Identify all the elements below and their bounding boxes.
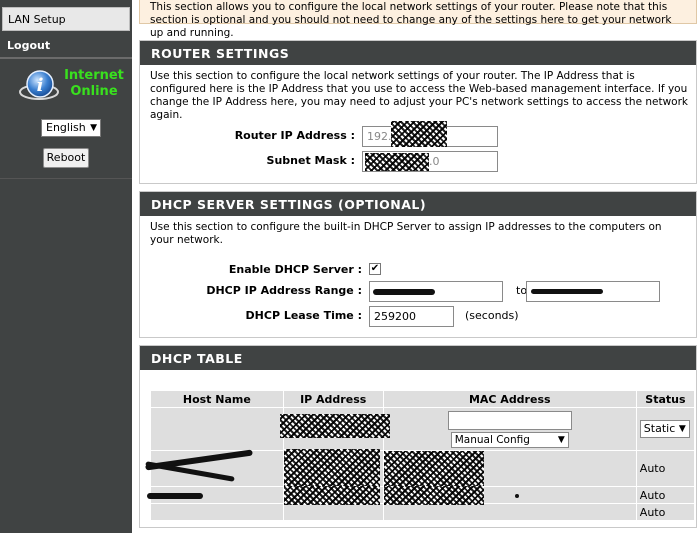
dropdown-arrow-icon: ▼ (90, 123, 97, 133)
redaction-mark (283, 449, 380, 487)
ip-address-cell (282, 503, 384, 521)
info-globe-icon: i (19, 70, 59, 100)
dhcp-server-panel: DHCP SERVER SETTINGS (OPTIONAL) Use this… (139, 191, 697, 338)
col-mac-address: MAC Address (382, 390, 637, 408)
ip-address-cell (282, 486, 384, 505)
mac-address-cell: Manual Config ▼ (382, 407, 637, 451)
mac-address-cell (382, 486, 637, 505)
router-settings-panel: ROUTER SETTINGS Use this section to conf… (139, 40, 697, 184)
status-cell: Auto (635, 450, 696, 487)
ip-address-cell (282, 449, 384, 487)
router-ip-input[interactable]: 192. (362, 121, 498, 147)
status-line-2: Online (70, 84, 118, 99)
host-name-cell (145, 449, 284, 487)
redaction-mark (383, 486, 484, 505)
sidebar-bottom-divider (0, 178, 132, 179)
ip-address-cell (279, 407, 390, 451)
router-settings-header: ROUTER SETTINGS (140, 41, 696, 65)
lease-time-unit: (seconds) (465, 309, 519, 322)
svg-text:i: i (37, 75, 44, 96)
intro-panel: This section allows you to configure the… (139, 0, 697, 39)
lease-time-input[interactable]: 259200 (369, 306, 454, 327)
mac-config-select[interactable]: Manual Config ▼ (450, 432, 569, 448)
dhcp-table-header: DHCP TABLE (140, 346, 696, 370)
table-row: Auto (147, 486, 696, 505)
intro-text: This section allows you to configure the… (150, 1, 672, 39)
redaction-mark (531, 289, 603, 294)
host-name-cell (150, 407, 284, 451)
redaction-mark (279, 414, 390, 438)
status-select-value: Static (643, 422, 676, 435)
redaction-mark (373, 289, 435, 295)
host-name-cell (150, 503, 284, 521)
subnet-mask-value: .0 (429, 155, 440, 168)
language-select[interactable]: English ▼ (41, 119, 101, 137)
status-cell: Static ▼ (635, 407, 696, 451)
status-select[interactable]: Static ▼ (639, 420, 690, 438)
reboot-button[interactable]: Reboot (43, 148, 89, 168)
redaction-mark (391, 121, 447, 147)
dhcp-client-table: Host Name IP Address MAC Address Status … (145, 390, 696, 521)
status-cell: Auto (635, 503, 696, 521)
router-settings-description: Use this section to configure the local … (150, 70, 689, 121)
subnet-mask-label: Subnet Mask : (266, 154, 355, 167)
router-ip-value: 192. (367, 130, 392, 143)
status-line-1: Internet (64, 68, 124, 83)
dhcp-range-label: DHCP IP Address Range : (206, 284, 362, 297)
main-content: This section allows you to configure the… (132, 0, 700, 533)
enable-dhcp-label: Enable DHCP Server : (228, 263, 362, 276)
dhcp-table-panel: DHCP TABLE Host Name IP Address MAC Addr… (139, 345, 697, 528)
redaction-mark (365, 153, 429, 171)
mac-config-value: Manual Config (454, 434, 530, 446)
router-ip-label: Router IP Address : (234, 129, 355, 142)
enable-dhcp-checkbox[interactable]: ✔ (369, 263, 381, 275)
host-name-cell (147, 486, 284, 504)
sidebar: LAN Setup Logout i Internet Online Engli… (0, 0, 132, 533)
sidebar-item-lan-setup[interactable]: LAN Setup (2, 7, 130, 31)
dropdown-arrow-icon: ▼ (557, 435, 565, 445)
mac-address-input[interactable] (447, 411, 572, 430)
dhcp-range-end-input[interactable] (526, 281, 660, 302)
lease-time-value: 259200 (374, 310, 416, 323)
redaction-mark (147, 493, 203, 499)
table-row-manual-config: Manual Config ▼ Static ▼ (150, 407, 696, 451)
lease-time-label: DHCP Lease Time : (245, 309, 362, 322)
col-status: Status (635, 390, 696, 408)
table-header-row: Host Name IP Address MAC Address Status (150, 390, 696, 408)
sidebar-item-logout[interactable]: Logout (2, 36, 130, 56)
dhcp-server-header: DHCP SERVER SETTINGS (OPTIONAL) (140, 192, 696, 216)
mac-address-cell (382, 503, 637, 521)
redaction-mark (145, 461, 235, 482)
sidebar-divider (0, 57, 132, 59)
dhcp-range-start-input[interactable] (369, 281, 503, 302)
redaction-mark (514, 494, 519, 498)
table-row: Auto (150, 503, 696, 521)
table-row: Auto (145, 449, 696, 487)
subnet-mask-input[interactable]: .0 (362, 151, 498, 172)
redaction-mark (283, 486, 380, 505)
status-cell: Auto (635, 486, 696, 504)
language-select-value: English (46, 121, 86, 134)
dropdown-arrow-icon: ▼ (678, 424, 686, 434)
col-host-name: Host Name (150, 390, 284, 408)
internet-status-label: Internet Online (60, 68, 128, 100)
redaction-mark (383, 451, 484, 487)
dhcp-server-description: Use this section to configure the built-… (150, 221, 662, 246)
mac-address-cell (382, 450, 637, 487)
col-ip-address: IP Address (282, 390, 384, 408)
